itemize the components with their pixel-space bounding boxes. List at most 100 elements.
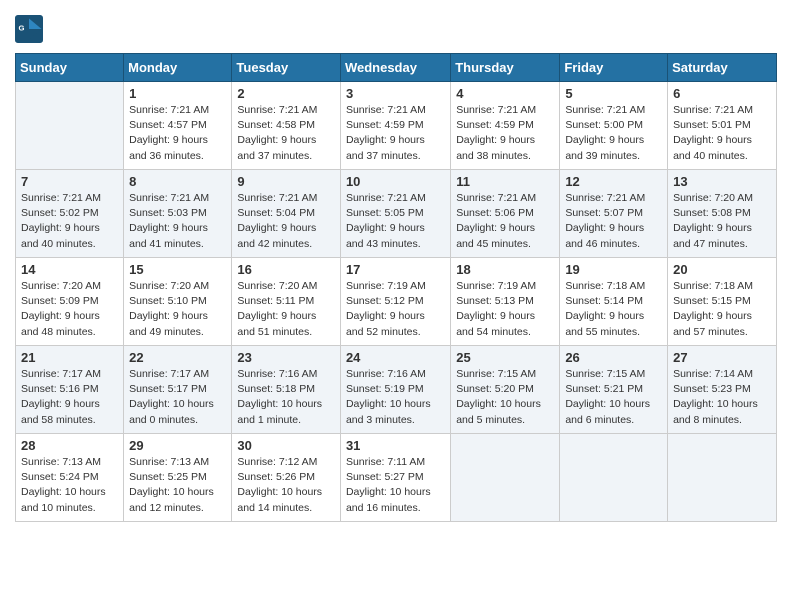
day-number: 31 bbox=[346, 438, 445, 453]
day-number: 20 bbox=[673, 262, 771, 277]
day-number: 2 bbox=[237, 86, 335, 101]
calendar-cell: 14 Sunrise: 7:20 AM Sunset: 5:09 PM Dayli… bbox=[16, 258, 124, 346]
calendar-cell: 9 Sunrise: 7:21 AM Sunset: 5:04 PM Daylig… bbox=[232, 170, 341, 258]
day-number: 7 bbox=[21, 174, 118, 189]
calendar-cell: 24 Sunrise: 7:16 AM Sunset: 5:19 PM Dayli… bbox=[340, 346, 450, 434]
day-info: Sunrise: 7:21 AM Sunset: 4:58 PM Dayligh… bbox=[237, 103, 335, 164]
day-info: Sunrise: 7:13 AM Sunset: 5:25 PM Dayligh… bbox=[129, 455, 226, 516]
day-info: Sunrise: 7:18 AM Sunset: 5:15 PM Dayligh… bbox=[673, 279, 771, 340]
calendar-cell: 1 Sunrise: 7:21 AM Sunset: 4:57 PM Daylig… bbox=[124, 82, 232, 170]
calendar-cell bbox=[560, 434, 668, 522]
calendar-cell: 16Sunrise: 7:20 AM Sunset: 5:11 PM Dayli… bbox=[232, 258, 341, 346]
day-number: 3 bbox=[346, 86, 445, 101]
day-number: 6 bbox=[673, 86, 771, 101]
day-number: 15 bbox=[129, 262, 226, 277]
day-info: Sunrise: 7:19 AM Sunset: 5:12 PM Dayligh… bbox=[346, 279, 445, 340]
day-number: 30 bbox=[237, 438, 335, 453]
day-info: Sunrise: 7:20 AM Sunset: 5:11 PM Dayligh… bbox=[237, 279, 335, 340]
day-number: 17 bbox=[346, 262, 445, 277]
day-number: 18 bbox=[456, 262, 554, 277]
day-number: 10 bbox=[346, 174, 445, 189]
calendar-cell: 6 Sunrise: 7:21 AM Sunset: 5:01 PM Daylig… bbox=[668, 82, 777, 170]
weekday-header-thursday: Thursday bbox=[451, 54, 560, 82]
day-info: Sunrise: 7:11 AM Sunset: 5:27 PM Dayligh… bbox=[346, 455, 445, 516]
calendar-cell: 23 Sunrise: 7:16 AM Sunset: 5:18 PM Dayli… bbox=[232, 346, 341, 434]
day-number: 1 bbox=[129, 86, 226, 101]
day-info: Sunrise: 7:21 AM Sunset: 5:00 PM Dayligh… bbox=[565, 103, 662, 164]
calendar-cell bbox=[451, 434, 560, 522]
day-info: Sunrise: 7:21 AM Sunset: 5:05 PM Dayligh… bbox=[346, 191, 445, 252]
day-number: 25 bbox=[456, 350, 554, 365]
day-info: Sunrise: 7:20 AM Sunset: 5:09 PM Dayligh… bbox=[21, 279, 118, 340]
day-info: Sunrise: 7:20 AM Sunset: 5:08 PM Dayligh… bbox=[673, 191, 771, 252]
day-number: 14 bbox=[21, 262, 118, 277]
day-number: 21 bbox=[21, 350, 118, 365]
calendar-cell: 30 Sunrise: 7:12 AM Sunset: 5:26 PM Dayli… bbox=[232, 434, 341, 522]
day-info: Sunrise: 7:21 AM Sunset: 5:02 PM Dayligh… bbox=[21, 191, 118, 252]
day-number: 23 bbox=[237, 350, 335, 365]
calendar-cell: 12 Sunrise: 7:21 AM Sunset: 5:07 PM Dayli… bbox=[560, 170, 668, 258]
day-number: 9 bbox=[237, 174, 335, 189]
day-info: Sunrise: 7:21 AM Sunset: 5:01 PM Dayligh… bbox=[673, 103, 771, 164]
calendar-cell: 8 Sunrise: 7:21 AM Sunset: 5:03 PM Daylig… bbox=[124, 170, 232, 258]
calendar-table: SundayMondayTuesdayWednesdayThursdayFrid… bbox=[15, 53, 777, 522]
calendar-cell: 29 Sunrise: 7:13 AM Sunset: 5:25 PM Dayli… bbox=[124, 434, 232, 522]
calendar-cell: 7 Sunrise: 7:21 AM Sunset: 5:02 PM Daylig… bbox=[16, 170, 124, 258]
calendar-cell: 25 Sunrise: 7:15 AM Sunset: 5:20 PM Dayli… bbox=[451, 346, 560, 434]
day-number: 24 bbox=[346, 350, 445, 365]
day-number: 22 bbox=[129, 350, 226, 365]
calendar-cell: 18Sunrise: 7:19 AM Sunset: 5:13 PM Dayli… bbox=[451, 258, 560, 346]
day-info: Sunrise: 7:21 AM Sunset: 5:06 PM Dayligh… bbox=[456, 191, 554, 252]
day-info: Sunrise: 7:15 AM Sunset: 5:20 PM Dayligh… bbox=[456, 367, 554, 428]
calendar-cell: 19Sunrise: 7:18 AM Sunset: 5:14 PM Dayli… bbox=[560, 258, 668, 346]
day-number: 12 bbox=[565, 174, 662, 189]
calendar-cell: 10 Sunrise: 7:21 AM Sunset: 5:05 PM Dayli… bbox=[340, 170, 450, 258]
day-info: Sunrise: 7:17 AM Sunset: 5:17 PM Dayligh… bbox=[129, 367, 226, 428]
weekday-header-tuesday: Tuesday bbox=[232, 54, 341, 82]
calendar-week-row: 1 Sunrise: 7:21 AM Sunset: 4:57 PM Daylig… bbox=[16, 82, 777, 170]
calendar-cell: 2 Sunrise: 7:21 AM Sunset: 4:58 PM Daylig… bbox=[232, 82, 341, 170]
day-info: Sunrise: 7:13 AM Sunset: 5:24 PM Dayligh… bbox=[21, 455, 118, 516]
calendar-week-row: 21Sunrise: 7:17 AM Sunset: 5:16 PM Dayli… bbox=[16, 346, 777, 434]
day-number: 26 bbox=[565, 350, 662, 365]
day-number: 27 bbox=[673, 350, 771, 365]
day-info: Sunrise: 7:21 AM Sunset: 5:07 PM Dayligh… bbox=[565, 191, 662, 252]
day-number: 13 bbox=[673, 174, 771, 189]
day-info: Sunrise: 7:12 AM Sunset: 5:26 PM Dayligh… bbox=[237, 455, 335, 516]
calendar-cell: 31 Sunrise: 7:11 AM Sunset: 5:27 PM Dayli… bbox=[340, 434, 450, 522]
calendar-cell bbox=[16, 82, 124, 170]
day-info: Sunrise: 7:21 AM Sunset: 5:04 PM Dayligh… bbox=[237, 191, 335, 252]
day-number: 8 bbox=[129, 174, 226, 189]
calendar-cell: 21Sunrise: 7:17 AM Sunset: 5:16 PM Dayli… bbox=[16, 346, 124, 434]
calendar-cell: 20 Sunrise: 7:18 AM Sunset: 5:15 PM Dayli… bbox=[668, 258, 777, 346]
calendar-cell: 11 Sunrise: 7:21 AM Sunset: 5:06 PM Dayli… bbox=[451, 170, 560, 258]
calendar-cell: 27 Sunrise: 7:14 AM Sunset: 5:23 PM Dayli… bbox=[668, 346, 777, 434]
calendar-cell: 4Sunrise: 7:21 AM Sunset: 4:59 PM Daylig… bbox=[451, 82, 560, 170]
calendar-cell: 3 Sunrise: 7:21 AM Sunset: 4:59 PM Daylig… bbox=[340, 82, 450, 170]
day-info: Sunrise: 7:14 AM Sunset: 5:23 PM Dayligh… bbox=[673, 367, 771, 428]
day-number: 29 bbox=[129, 438, 226, 453]
day-number: 28 bbox=[21, 438, 118, 453]
day-number: 5 bbox=[565, 86, 662, 101]
day-number: 11 bbox=[456, 174, 554, 189]
weekday-header-wednesday: Wednesday bbox=[340, 54, 450, 82]
weekday-header-monday: Monday bbox=[124, 54, 232, 82]
day-info: Sunrise: 7:21 AM Sunset: 4:59 PM Dayligh… bbox=[346, 103, 445, 164]
calendar-cell: 15 Sunrise: 7:20 AM Sunset: 5:10 PM Dayli… bbox=[124, 258, 232, 346]
calendar-cell: 13 Sunrise: 7:20 AM Sunset: 5:08 PM Dayli… bbox=[668, 170, 777, 258]
day-info: Sunrise: 7:16 AM Sunset: 5:18 PM Dayligh… bbox=[237, 367, 335, 428]
day-info: Sunrise: 7:21 AM Sunset: 5:03 PM Dayligh… bbox=[129, 191, 226, 252]
calendar-cell: 26Sunrise: 7:15 AM Sunset: 5:21 PM Dayli… bbox=[560, 346, 668, 434]
calendar-week-row: 7 Sunrise: 7:21 AM Sunset: 5:02 PM Daylig… bbox=[16, 170, 777, 258]
weekday-header-saturday: Saturday bbox=[668, 54, 777, 82]
calendar-week-row: 28 Sunrise: 7:13 AM Sunset: 5:24 PM Dayli… bbox=[16, 434, 777, 522]
weekday-header-friday: Friday bbox=[560, 54, 668, 82]
day-info: Sunrise: 7:16 AM Sunset: 5:19 PM Dayligh… bbox=[346, 367, 445, 428]
calendar-cell: 28 Sunrise: 7:13 AM Sunset: 5:24 PM Dayli… bbox=[16, 434, 124, 522]
day-number: 4 bbox=[456, 86, 554, 101]
day-info: Sunrise: 7:18 AM Sunset: 5:14 PM Dayligh… bbox=[565, 279, 662, 340]
day-info: Sunrise: 7:21 AM Sunset: 4:57 PM Dayligh… bbox=[129, 103, 226, 164]
weekday-header-row: SundayMondayTuesdayWednesdayThursdayFrid… bbox=[16, 54, 777, 82]
day-info: Sunrise: 7:20 AM Sunset: 5:10 PM Dayligh… bbox=[129, 279, 226, 340]
logo: G bbox=[15, 15, 47, 43]
